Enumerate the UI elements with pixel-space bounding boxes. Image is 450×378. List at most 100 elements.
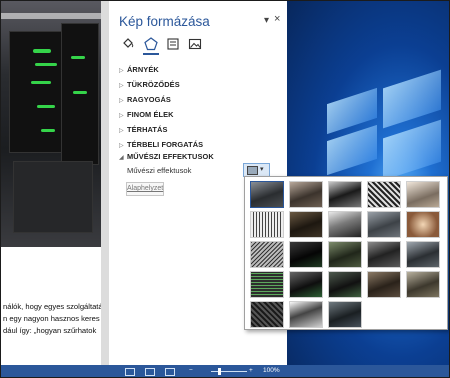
section-muveszi-effektusok[interactable]: ◢ MŰVÉSZI EFFEKTUSOK	[119, 152, 214, 161]
artistic-effects-label: Művészi effektusok	[127, 166, 192, 175]
artistic-effects-gallery	[244, 176, 448, 330]
expanded-arrow-icon: ◢	[119, 155, 124, 161]
zoom-slider[interactable]	[211, 371, 247, 372]
web-layout-icon[interactable]	[165, 368, 175, 376]
section-tukrozodes[interactable]: ▷ TÜKRÖZŐDÉS	[119, 80, 180, 89]
green-light	[71, 56, 85, 59]
effect-preview	[290, 182, 322, 207]
layout-size-icon[interactable]	[166, 37, 180, 51]
artistic-effect-thumbnail[interactable]	[367, 271, 401, 298]
pentagon-icon[interactable]	[144, 37, 158, 51]
paint-bucket-icon[interactable]	[121, 37, 135, 51]
artistic-effect-thumbnail[interactable]	[328, 241, 362, 268]
document-image[interactable]	[1, 1, 101, 247]
effect-preview	[290, 242, 322, 267]
artistic-effect-thumbnail[interactable]	[250, 181, 284, 208]
artistic-effect-thumbnail[interactable]	[367, 241, 401, 268]
panel-title: Kép formázása	[119, 14, 210, 29]
document-text-line: nálók, hogy egyes szolgáltatá	[3, 302, 103, 311]
picture-icon[interactable]	[188, 37, 202, 51]
artistic-effect-thumbnail[interactable]	[367, 211, 401, 238]
read-mode-icon[interactable]	[125, 368, 135, 376]
artistic-effect-thumbnail[interactable]	[367, 181, 401, 208]
green-light	[31, 81, 51, 84]
effect-preview	[407, 242, 439, 267]
status-bar: − + 100%	[1, 365, 449, 377]
zoom-slider-thumb[interactable]	[218, 368, 221, 375]
artistic-effect-thumbnail[interactable]	[289, 181, 323, 208]
chevron-down-icon: ▾	[260, 166, 264, 173]
effect-preview	[290, 302, 322, 327]
effect-preview	[368, 242, 400, 267]
section-terhatas[interactable]: ▷ TÉRHATÁS	[119, 125, 168, 134]
effect-preview	[407, 212, 439, 237]
artistic-effect-thumbnail[interactable]	[328, 211, 362, 238]
ceiling-light	[1, 13, 101, 19]
document-text-line: dául így: „hogyan szűrhatok	[3, 326, 97, 335]
green-light	[37, 105, 55, 108]
window-logo-pane	[383, 119, 441, 181]
effect-preview	[251, 182, 283, 207]
artistic-effect-thumbnail[interactable]	[406, 271, 440, 298]
active-tab-indicator	[143, 53, 159, 55]
document-scroll-edge	[101, 1, 109, 365]
picture-effect-icon	[247, 166, 258, 175]
print-layout-icon[interactable]	[145, 368, 155, 376]
collapsed-arrow-icon: ▷	[119, 113, 124, 119]
effect-preview	[368, 272, 400, 297]
artistic-effect-thumbnail[interactable]	[250, 301, 284, 328]
effect-preview	[329, 212, 361, 237]
effect-preview	[329, 272, 361, 297]
effect-preview	[251, 302, 283, 327]
effect-preview	[407, 272, 439, 297]
artistic-effect-thumbnail[interactable]	[406, 181, 440, 208]
document-window: nálók, hogy egyes szolgáltatá n egy nagy…	[1, 1, 109, 365]
zoom-level[interactable]: 100%	[263, 367, 280, 374]
close-icon[interactable]: ×	[274, 13, 280, 25]
collapsed-arrow-icon: ▷	[119, 83, 124, 89]
document-page[interactable]: nálók, hogy egyes szolgáltatá n egy nagy…	[1, 247, 103, 365]
artistic-effect-thumbnail[interactable]	[328, 301, 362, 328]
green-light	[35, 63, 57, 66]
artistic-effect-thumbnail[interactable]	[250, 241, 284, 268]
server-rack	[13, 161, 93, 233]
screenshot-frame: nálók, hogy egyes szolgáltatá n egy nagy…	[0, 0, 450, 378]
artistic-effect-thumbnail[interactable]	[328, 181, 362, 208]
artistic-effect-thumbnail[interactable]	[250, 211, 284, 238]
effect-preview	[329, 242, 361, 267]
section-ragyogas[interactable]: ▷ RAGYOGÁS	[119, 95, 171, 104]
section-finom-elek[interactable]: ▷ FINOM ÉLEK	[119, 110, 174, 119]
artistic-effect-thumbnail[interactable]	[289, 271, 323, 298]
effect-preview	[251, 272, 283, 297]
effect-preview	[251, 212, 283, 237]
zoom-in-button[interactable]: +	[249, 367, 253, 374]
artistic-effect-thumbnail[interactable]	[406, 211, 440, 238]
window-logo-pane	[327, 124, 377, 176]
artistic-effect-thumbnail[interactable]	[250, 271, 284, 298]
document-text-line: n egy nagyon hasznos keres	[3, 314, 100, 323]
effect-preview	[329, 302, 361, 327]
green-light	[41, 129, 55, 132]
reset-button[interactable]: Alaphelyzet	[126, 182, 164, 196]
server-rack	[61, 23, 99, 165]
artistic-effect-thumbnail[interactable]	[328, 271, 362, 298]
artistic-effects-dropdown-button[interactable]: ▾	[243, 163, 270, 177]
collapsed-arrow-icon: ▷	[119, 143, 124, 149]
collapsed-arrow-icon: ▷	[119, 128, 124, 134]
zoom-out-button[interactable]: −	[189, 367, 193, 374]
green-light	[73, 91, 87, 94]
dropdown-arrow-icon[interactable]: ▾	[264, 15, 269, 26]
effect-preview	[368, 212, 400, 237]
collapsed-arrow-icon: ▷	[119, 98, 124, 104]
effect-preview	[290, 272, 322, 297]
section-arnyek[interactable]: ▷ ÁRNYÉK	[119, 65, 159, 74]
artistic-effect-thumbnail[interactable]	[406, 241, 440, 268]
effect-preview	[329, 182, 361, 207]
green-light	[33, 49, 51, 53]
section-terbeli-forgatas[interactable]: ▷ TÉRBELI FORGATÁS	[119, 140, 203, 149]
collapsed-arrow-icon: ▷	[119, 68, 124, 74]
artistic-effect-thumbnail[interactable]	[289, 241, 323, 268]
artistic-effect-thumbnail[interactable]	[289, 211, 323, 238]
effect-preview	[407, 182, 439, 207]
artistic-effect-thumbnail[interactable]	[289, 301, 323, 328]
